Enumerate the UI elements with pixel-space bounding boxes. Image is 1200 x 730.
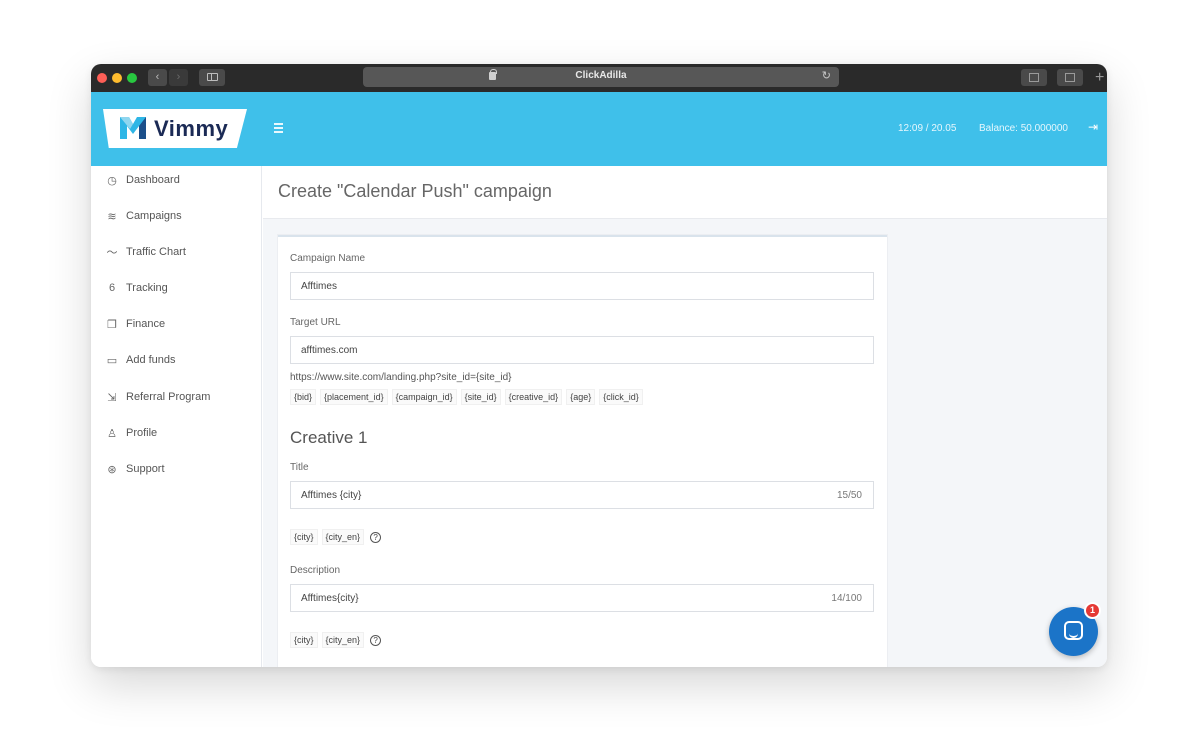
macro-tag-city-en[interactable]: {city_en} — [321, 632, 365, 648]
macro-tag-campaign-id[interactable]: {campaign_id} — [391, 389, 457, 405]
sidebar-item-label: Finance — [126, 318, 166, 330]
title-value: Afftimes {city} — [301, 490, 362, 501]
page-title: Create "Calendar Push" campaign — [278, 181, 552, 201]
sidebar-item-label: Tracking — [126, 282, 168, 294]
sidebar-item-label: Campaigns — [126, 210, 182, 222]
macro-tag-placement-id[interactable]: {placement_id} — [320, 389, 388, 405]
chat-icon — [1064, 621, 1083, 640]
target-url-label: Target URL — [290, 317, 341, 328]
app-header: Vimmy 12:09 / 20.05 Balance: 50.000000 ⇥ — [91, 92, 1107, 166]
address-text: ClickAdilla — [575, 70, 627, 81]
share-icon — [1029, 73, 1039, 82]
referral-icon: ⇲ — [107, 391, 117, 404]
macro-tag-creative-id[interactable]: {creative_id} — [504, 389, 563, 405]
menu-toggle-button[interactable] — [274, 123, 283, 135]
dashboard-icon: ◷ — [107, 174, 117, 187]
description-label: Description — [290, 565, 341, 576]
sidebar-item-finance[interactable]: ❐ Finance — [105, 314, 165, 334]
logout-icon[interactable]: ⇥ — [1088, 120, 1098, 134]
logo-icon — [120, 117, 146, 139]
sidebar-item-campaigns[interactable]: ≋ Campaigns — [105, 206, 182, 226]
sidebar-item-traffic-chart[interactable]: 〜 Traffic Chart — [105, 242, 186, 262]
sidebar-item-referral-program[interactable]: ⇲ Referral Program — [105, 387, 210, 407]
sidebar-item-label: Support — [126, 463, 165, 475]
sidebar-item-support[interactable]: ⊛ Support — [105, 459, 165, 479]
reload-icon[interactable]: ↻ — [822, 69, 831, 82]
help-icon[interactable]: ? — [370, 634, 382, 646]
tabs-button[interactable] — [1057, 69, 1083, 86]
new-tab-button[interactable]: + — [1095, 69, 1107, 87]
sidebar-icon — [206, 73, 218, 81]
sidebar-toggle-button[interactable] — [199, 69, 225, 86]
title-macro-list: {city} {city_en} ? — [290, 529, 382, 545]
sidebar-item-label: Traffic Chart — [126, 246, 186, 258]
macro-tag-city[interactable]: {city} — [290, 632, 318, 648]
campaign-name-label: Campaign Name — [290, 253, 366, 264]
folder-icon: ▭ — [106, 354, 118, 367]
macro-tag-site-id[interactable]: {site_id} — [460, 389, 501, 405]
trend-icon: 〜 — [106, 247, 118, 259]
macro-tag-city[interactable]: {city} — [290, 529, 318, 545]
user-icon: ♙ — [107, 427, 117, 440]
page-header: Create "Calendar Push" campaign — [263, 166, 1107, 219]
description-input[interactable]: Afftimes{city} 14/100 — [290, 584, 874, 612]
chevron-right-icon: › — [176, 71, 181, 83]
header-time: 12:09 / 20.05 — [898, 123, 957, 134]
sidebar-item-tracking[interactable]: 6 Tracking — [105, 278, 168, 298]
sidebar-item-add-funds[interactable]: ▭ Add funds — [105, 350, 176, 370]
campaign-name-value: Afftimes — [301, 281, 337, 292]
share-button[interactable] — [1021, 69, 1047, 86]
sidebar-item-label: Referral Program — [126, 391, 211, 403]
target-url-input[interactable]: afftimes.com — [290, 336, 874, 364]
layers-icon: ≋ — [107, 210, 117, 223]
support-icon: ⊛ — [107, 463, 117, 476]
sidebar: ◷ Dashboard ≋ Campaigns 〜 Traffic Chart … — [91, 166, 262, 667]
address-bar[interactable]: ClickAdilla ↻ — [363, 67, 839, 87]
notification-badge: 1 — [1084, 602, 1101, 619]
tracking-icon: 6 — [108, 282, 116, 294]
help-icon[interactable]: ? — [370, 531, 382, 543]
chevron-left-icon: ‹ — [155, 71, 160, 83]
title-label: Title — [290, 462, 309, 473]
maximize-window-button[interactable] — [127, 73, 137, 83]
macro-tag-city-en[interactable]: {city_en} — [321, 529, 365, 545]
sidebar-item-profile[interactable]: ♙ Profile — [105, 423, 157, 443]
forward-button[interactable]: › — [169, 69, 188, 86]
tabs-icon — [1065, 73, 1075, 82]
url-example: https://www.site.com/landing.php?site_id… — [290, 372, 512, 383]
minimize-window-button[interactable] — [112, 73, 122, 83]
title-char-counter: 15/50 — [836, 490, 862, 501]
finance-icon: ❐ — [107, 318, 117, 331]
logo-text: Vimmy — [154, 116, 229, 141]
close-window-button[interactable] — [97, 73, 107, 83]
description-char-counter: 14/100 — [831, 593, 862, 604]
description-macro-list: {city} {city_en} ? — [290, 632, 382, 648]
logo[interactable]: Vimmy — [103, 109, 247, 148]
back-button[interactable]: ‹ — [148, 69, 167, 86]
browser-titlebar: ‹ › ClickAdilla ↻ + — [91, 64, 1107, 92]
description-value: Afftimes{city} — [301, 593, 359, 604]
macro-tag-bid[interactable]: {bid} — [290, 389, 317, 405]
title-input[interactable]: Afftimes {city} 15/50 — [290, 481, 874, 509]
sidebar-item-label: Add funds — [126, 354, 176, 366]
chat-widget-button[interactable]: 1 — [1049, 602, 1101, 656]
campaign-form: Campaign Name Afftimes Target URL afftim… — [278, 235, 887, 667]
hamburger-icon — [274, 123, 283, 125]
sidebar-item-dashboard[interactable]: ◷ Dashboard — [105, 170, 180, 190]
macro-tag-age[interactable]: {age} — [566, 389, 596, 405]
target-url-value: afftimes.com — [301, 345, 358, 356]
macro-tag-click-id[interactable]: {click_id} — [599, 389, 643, 405]
campaign-name-input[interactable]: Afftimes — [290, 272, 874, 300]
header-balance: Balance: 50.000000 — [979, 123, 1068, 134]
browser-window: ‹ › ClickAdilla ↻ + Vimmy 12:09 / 20.05 … — [91, 64, 1107, 667]
creative-heading: Creative 1 — [290, 428, 368, 447]
url-macro-list: {bid} {placement_id} {campaign_id} {site… — [290, 389, 643, 405]
sidebar-item-label: Dashboard — [126, 174, 180, 186]
sidebar-item-label: Profile — [126, 427, 158, 439]
